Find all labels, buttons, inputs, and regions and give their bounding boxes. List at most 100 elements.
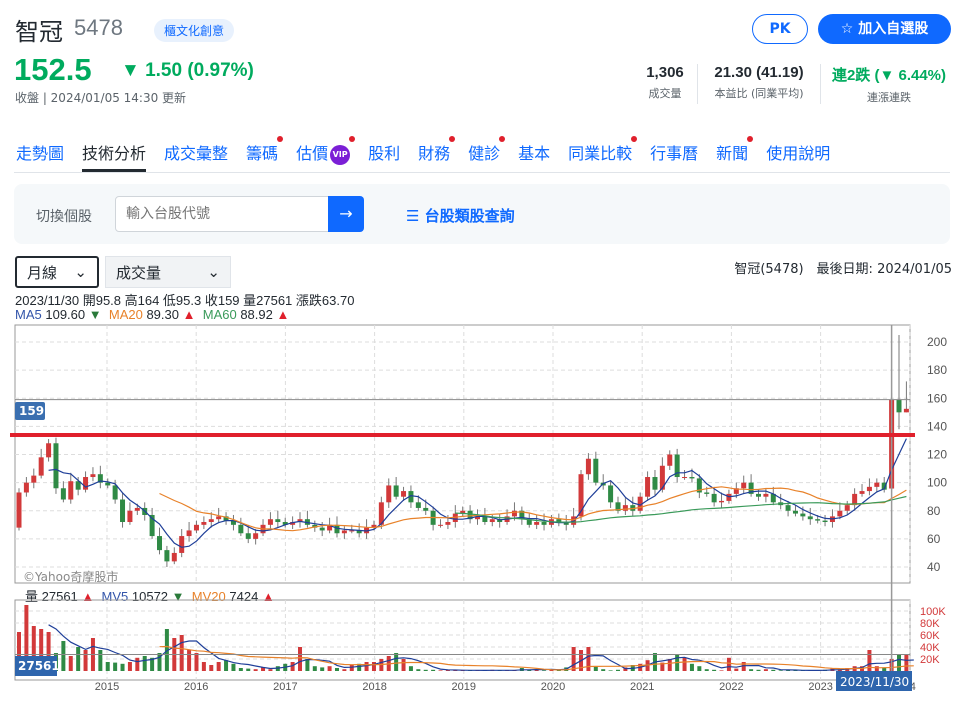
candle-body	[711, 493, 717, 503]
candle-body	[689, 477, 695, 479]
volume-bar	[689, 663, 694, 671]
y-tick-label: 60	[927, 532, 941, 546]
candle-body	[186, 530, 192, 537]
volume-bar	[334, 668, 339, 671]
x-tick-label: 2023	[808, 681, 832, 693]
y-tick-label: 80	[927, 504, 941, 518]
volume-bar	[394, 653, 399, 671]
candle-body	[171, 552, 177, 562]
candle-body	[120, 499, 126, 523]
candle-body	[726, 493, 732, 501]
candle-body	[68, 481, 74, 500]
mv20-line	[159, 645, 914, 671]
candle-body	[585, 458, 591, 475]
candle-body	[423, 507, 429, 511]
volume-bar	[615, 669, 620, 671]
candle-body	[741, 482, 747, 489]
candle-body	[645, 477, 651, 497]
vol-tick-label: 60K	[920, 630, 940, 642]
candle-body	[401, 491, 407, 497]
volume-bar	[874, 666, 879, 671]
volume-bar	[135, 657, 140, 671]
candle-body	[386, 485, 392, 503]
volume-bar	[179, 635, 184, 671]
candle-body	[193, 524, 199, 531]
volume-bar	[98, 650, 103, 671]
volume-bar	[904, 654, 909, 671]
candle-body	[267, 519, 273, 525]
vol-tick-label: 20K	[920, 654, 940, 666]
candle-body	[438, 524, 444, 526]
volume-bar	[371, 662, 376, 671]
candle-body	[903, 408, 909, 413]
candle-body	[16, 492, 22, 528]
volume-bar	[231, 663, 236, 671]
volume-bar	[224, 660, 229, 671]
candle-body	[253, 533, 259, 539]
candle-body	[859, 491, 865, 494]
volume-bar	[682, 657, 687, 671]
candle-body	[622, 505, 628, 511]
volume-bar	[238, 668, 243, 671]
candle-body	[445, 522, 451, 525]
candle-body	[46, 443, 52, 458]
candle-body	[667, 454, 673, 466]
watermark: ©Yahoo奇摩股市	[23, 569, 118, 584]
y-tick-label: 40	[927, 560, 941, 574]
candle-body	[763, 493, 769, 497]
candle-body	[682, 477, 688, 479]
candle-body	[53, 443, 59, 489]
date-label: 2023/11/30	[840, 675, 909, 689]
volume-bar	[438, 670, 443, 671]
candle-body	[179, 536, 185, 553]
candle-body	[608, 485, 614, 503]
volume-bar	[431, 669, 436, 671]
volume-bar	[61, 641, 66, 671]
candle-body	[541, 522, 547, 525]
volume-bar	[712, 669, 717, 671]
volume-bar	[201, 662, 206, 671]
volume-bar	[246, 668, 251, 671]
x-tick-label: 2016	[184, 681, 208, 693]
volume-bar	[142, 656, 147, 671]
volume-bar	[105, 662, 110, 671]
candle-body	[815, 519, 821, 521]
candle-body	[201, 522, 207, 525]
x-tick-label: 2020	[541, 681, 565, 693]
candle-body	[275, 519, 281, 523]
candle-body	[38, 457, 44, 476]
candle-body	[245, 533, 251, 539]
volume-bar	[127, 662, 132, 671]
volume-bar	[586, 647, 591, 671]
volume-bar	[113, 662, 118, 671]
candle-body	[489, 519, 495, 523]
volume-bar	[194, 653, 199, 671]
volume-bar	[312, 666, 317, 671]
candle-body	[319, 527, 325, 531]
x-tick-label: 2017	[273, 681, 297, 693]
candle-body	[60, 488, 66, 500]
volume-bar	[298, 647, 303, 671]
volume-bar	[408, 666, 413, 671]
volume-bar	[253, 669, 258, 671]
price-pane-frame	[14, 324, 911, 584]
candle-body	[578, 474, 584, 517]
volume-bar	[401, 659, 406, 671]
volume-bar	[349, 665, 354, 671]
volume-bar	[364, 662, 369, 671]
candle-body	[837, 510, 843, 517]
volume-bar	[667, 659, 672, 671]
x-tick-label: 2022	[719, 681, 743, 693]
candle-body	[844, 505, 850, 511]
candle-body	[164, 550, 170, 562]
volume-bar	[76, 647, 81, 671]
y-tick-label: 160	[927, 391, 947, 405]
candle-body	[807, 516, 813, 520]
candlestick-chart[interactable]: 200 180 160 140 120 100 80 60 40 100K80K60K40K20K…	[0, 0, 964, 712]
volume-bar	[327, 666, 332, 671]
x-tick-label: 2018	[362, 681, 386, 693]
candle-body	[792, 510, 798, 514]
candle-body	[90, 474, 96, 478]
volume-bar	[697, 666, 702, 671]
volume-bar	[749, 669, 754, 671]
